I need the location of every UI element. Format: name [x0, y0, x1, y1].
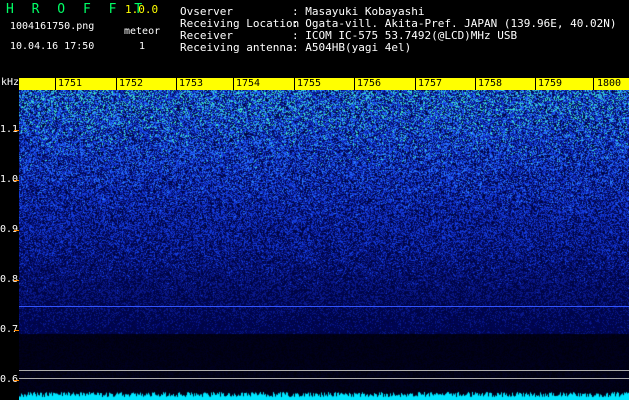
- time-tick: [116, 78, 117, 90]
- observer-label: Ovserver: [180, 5, 233, 18]
- count-label: 1: [139, 41, 146, 52]
- datetime-label: 10.04.16 17:50: [10, 41, 95, 52]
- time-tick: [593, 78, 594, 90]
- version-label: 1.0.0: [125, 3, 159, 16]
- time-tick: [176, 78, 177, 90]
- reference-line-lower: [19, 378, 629, 379]
- time-tick: [294, 78, 295, 90]
- time-tick: [233, 78, 234, 90]
- time-tick: [415, 78, 416, 90]
- location-value: : Ogata-vill. Akita-Pref. JAPAN (139.96E…: [292, 17, 617, 30]
- time-tick: [354, 78, 355, 90]
- time-tick-label: 1755: [297, 78, 322, 89]
- time-tick-label: 1751: [58, 78, 83, 89]
- time-tick-label: 1754: [236, 78, 261, 89]
- mode-label: meteor: [124, 26, 161, 37]
- time-tick-label: 1759: [538, 78, 563, 89]
- antenna-value: : A504HB(yagi 4el): [292, 41, 412, 54]
- time-tick: [475, 78, 476, 90]
- spectrogram-plot: 1751 1752 1753 1754 1755 1756 1757 1758 …: [19, 78, 629, 400]
- time-tick: [55, 78, 56, 90]
- antenna-label: Receiving antenna: [180, 41, 293, 54]
- time-tick-label: 1800: [597, 78, 622, 89]
- carrier-line: [19, 306, 629, 307]
- time-tick-label: 1756: [357, 78, 382, 89]
- time-tick-label: 1758: [478, 78, 503, 89]
- reference-line-upper: [19, 370, 629, 371]
- receiver-value: : ICOM IC-575 53.7492(@LCD)MHz USB: [292, 29, 518, 42]
- time-tick: [535, 78, 536, 90]
- time-tick-label: 1753: [179, 78, 204, 89]
- time-tick-bar: 1751 1752 1753 1754 1755 1756 1757 1758 …: [19, 78, 629, 90]
- receiver-label: Receiver: [180, 29, 233, 42]
- observer-value: : Masayuki Kobayashi: [292, 5, 425, 18]
- frequency-axis: kHz 1.1 1.0 0.9 0.8 0.7 0.6: [0, 78, 19, 400]
- y-unit-label: kHz: [1, 77, 20, 88]
- spectrogram-image: [19, 78, 629, 400]
- time-tick-label: 1757: [418, 78, 443, 89]
- filename-label: 1004161750.png: [10, 21, 95, 32]
- location-label: Receiving Location: [180, 17, 300, 30]
- time-tick-label: 1752: [119, 78, 144, 89]
